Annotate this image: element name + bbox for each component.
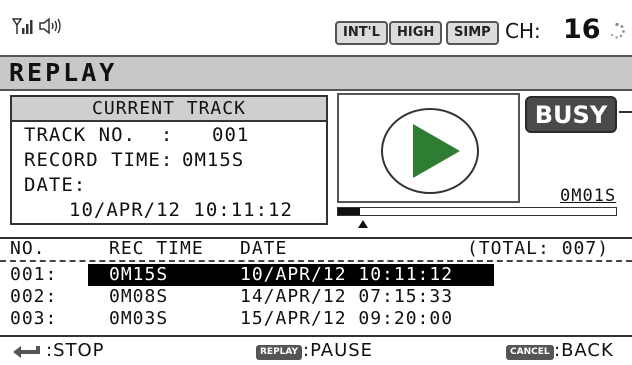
channel-value: 16: [563, 14, 601, 45]
column-header-rec-time: REC TIME: [109, 238, 204, 259]
cancel-key-icon[interactable]: CANCEL: [506, 345, 554, 360]
date-label: DATE:: [24, 174, 87, 196]
bottom-divider: [0, 335, 632, 337]
speaker-icon: [38, 17, 62, 39]
record-time-label: RECORD TIME:: [24, 149, 174, 171]
track-row-no: 001:: [10, 264, 58, 285]
busy-pointer-line: [619, 111, 632, 113]
title-band: REPLAY: [0, 55, 632, 91]
player-panel: [337, 93, 520, 203]
progress-marker-icon: [358, 220, 368, 228]
track-row-date: 15/APR/12 09:20:00: [240, 308, 454, 329]
current-track-panel: CURRENT TRACK TRACK NO. : 001 RECORD TIM…: [10, 95, 328, 225]
column-header-no: NO.: [10, 238, 46, 259]
track-row-no: 002:: [10, 286, 58, 307]
channel-label: CH:: [505, 19, 541, 43]
status-bar: INT'L HIGH SIMP CH: 16: [0, 0, 632, 52]
progress-fill: [338, 208, 361, 215]
column-header-date: DATE: [240, 238, 288, 259]
mode-badge-intl: INT'L: [335, 21, 388, 45]
back-label: :BACK: [554, 340, 614, 361]
total-count: (TOTAL: 007): [467, 238, 610, 259]
track-row[interactable]: 003: 0M03S 15/APR/12 09:20:00: [0, 308, 632, 330]
track-row-rec-time: 0M03S: [109, 308, 169, 329]
list-header-divider: [0, 260, 632, 262]
track-row[interactable]: 001: 0M15S 10/APR/12 10:11:12: [0, 264, 632, 286]
play-icon[interactable]: [380, 106, 480, 200]
track-no-value: 001: [212, 124, 250, 146]
enter-key-icon: [12, 343, 42, 365]
pause-label: :PAUSE: [303, 340, 374, 361]
track-row-rec-time: 0M08S: [109, 286, 169, 307]
progress-bar: [337, 207, 617, 216]
track-row-no: 003:: [10, 308, 58, 329]
replay-key-icon[interactable]: REPLAY: [256, 345, 303, 360]
mode-badge-simp: SIMP: [446, 21, 499, 45]
page-title: REPLAY: [9, 58, 118, 87]
current-track-header: CURRENT TRACK: [12, 97, 326, 122]
track-no-label: TRACK NO. :: [24, 124, 174, 146]
signal-icon: [11, 17, 34, 39]
record-time-value: 0M15S: [182, 149, 245, 171]
track-row-rec-time: 0M15S: [109, 264, 169, 285]
busy-indicator: BUSY: [525, 96, 617, 133]
date-value: 10/APR/12 10:11:12: [69, 199, 293, 221]
track-row-date: 10/APR/12 10:11:12: [240, 264, 454, 285]
mode-badge-high: HIGH: [389, 21, 443, 45]
elapsed-time: 0M01S: [560, 186, 617, 206]
track-row-date: 14/APR/12 07:15:33: [240, 286, 454, 307]
stop-label: :STOP: [46, 340, 105, 361]
track-row[interactable]: 002: 0M08S 14/APR/12 07:15:33: [0, 286, 632, 308]
busy-spinner-icon: [608, 22, 626, 44]
